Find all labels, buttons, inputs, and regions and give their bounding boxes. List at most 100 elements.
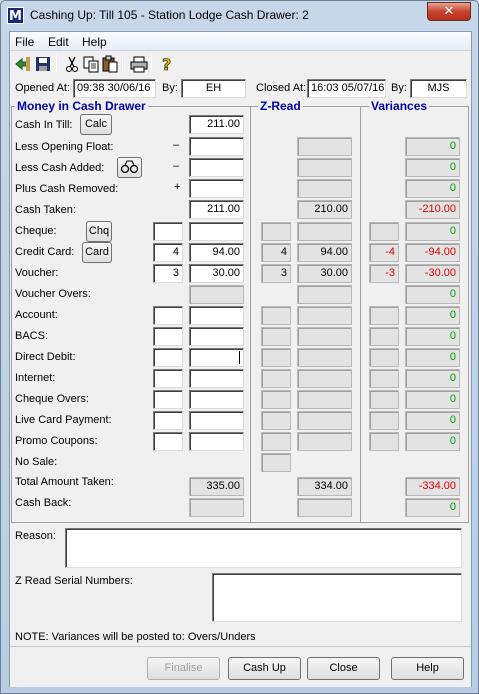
live-card-count-input[interactable] <box>153 411 183 430</box>
zread-serial-textarea[interactable] <box>212 573 462 622</box>
variance-total-field: -334.00 <box>405 477 460 496</box>
help-button[interactable]: Help <box>391 657 464 680</box>
zread-account-count <box>261 306 291 325</box>
exit-icon[interactable] <box>14 55 32 73</box>
promo-amount-input[interactable] <box>189 432 244 451</box>
cash-in-till-input[interactable]: 211.00 <box>189 115 244 134</box>
live-card-payment-label: Live Card Payment: <box>15 414 112 426</box>
plus-cash-removed-input[interactable] <box>189 179 244 198</box>
print-icon[interactable] <box>130 55 148 73</box>
zread-credit-card-amount: 94.00 <box>297 243 352 262</box>
variances-header: Variances <box>369 99 430 113</box>
no-sale-label: No Sale: <box>15 456 58 468</box>
plus-sign: + <box>174 181 181 193</box>
account-count-input[interactable] <box>153 306 183 325</box>
cheque-overs-amount-input[interactable] <box>189 390 244 409</box>
zread-promo-amount <box>297 432 352 451</box>
zread-bacs-amount <box>297 327 352 346</box>
cheque-amount-input[interactable] <box>189 222 244 241</box>
live-card-amount-input[interactable] <box>189 411 244 430</box>
direct-debit-amount-input[interactable] <box>189 348 244 367</box>
cash-taken-label: Cash Taken: <box>15 204 76 216</box>
cut-icon[interactable] <box>63 55 81 73</box>
group-border-left <box>11 106 12 523</box>
cheque-overs-count-input[interactable] <box>153 390 183 409</box>
variance-promo-amount: 0 <box>405 432 460 451</box>
menu-edit[interactable]: Edit <box>48 35 69 49</box>
voucher-amount-input[interactable]: 30.00 <box>189 264 244 283</box>
bacs-count-input[interactable] <box>153 327 183 346</box>
help-icon[interactable]: ? <box>158 55 176 73</box>
calc-button[interactable]: Calc <box>80 114 112 135</box>
paste-icon[interactable] <box>101 55 119 73</box>
cash-back-field <box>189 498 244 517</box>
chq-button[interactable]: Chq <box>86 221 112 242</box>
variance-internet-amount: 0 <box>405 369 460 388</box>
close-button[interactable]: Close <box>307 657 380 680</box>
toolbar-separator <box>151 55 152 72</box>
minus-sign: – <box>173 160 180 172</box>
internet-amount-input[interactable] <box>189 369 244 388</box>
zread-internet-count <box>261 369 291 388</box>
promo-coupons-label: Promo Coupons: <box>15 435 98 447</box>
direct-debit-count-input[interactable] <box>153 348 183 367</box>
window-title: Cashing Up: Till 105 - Station Lodge Cas… <box>30 8 309 22</box>
button-bar: Finalise Cash Up Close Help <box>10 646 471 687</box>
menu-help[interactable]: Help <box>82 35 107 49</box>
cash-up-button[interactable]: Cash Up <box>228 657 301 680</box>
close-window-button[interactable]: ✕ <box>427 2 471 21</box>
variance-cheque-overs-amount: 0 <box>405 390 460 409</box>
variance-live-card-count <box>369 411 399 430</box>
closed-at-field: 16:03 05/07/16 <box>307 79 386 98</box>
variance-cheque-count <box>369 222 399 241</box>
credit-card-amount-input[interactable]: 94.00 <box>189 243 244 262</box>
title-bar[interactable]: M Cashing Up: Till 105 - Station Lodge C… <box>1 1 478 29</box>
variance-voucher-amount: -30.00 <box>405 264 460 283</box>
save-icon[interactable] <box>34 55 52 73</box>
zread-no-sale-count <box>261 453 291 472</box>
variance-cheque-overs-count <box>369 390 399 409</box>
opened-at-field: 09:38 30/06/16 <box>73 79 156 98</box>
view-cash-added-button[interactable] <box>117 157 142 178</box>
menu-file[interactable]: File <box>15 35 34 49</box>
zread-internet-amount <box>297 369 352 388</box>
zread-live-card-count <box>261 411 291 430</box>
less-opening-float-input[interactable] <box>189 137 244 156</box>
variance-cash-back-field: 0 <box>405 498 460 517</box>
zread-cash-removed-field <box>297 179 352 198</box>
zread-promo-count <box>261 432 291 451</box>
minus-sign: – <box>173 139 180 151</box>
copy-icon[interactable] <box>82 55 100 73</box>
cheque-count-input[interactable] <box>153 222 183 241</box>
promo-count-input[interactable] <box>153 432 183 451</box>
toolbar: ? <box>10 52 471 76</box>
zread-voucher-overs <box>297 285 352 304</box>
card-button[interactable]: Card <box>82 242 112 263</box>
zread-cheque-overs-amount <box>297 390 352 409</box>
voucher-count-input[interactable]: 3 <box>153 264 183 283</box>
variance-direct-debit-amount: 0 <box>405 348 460 367</box>
less-opening-float-label: Less Opening Float: <box>15 141 114 153</box>
zread-cheque-amount <box>297 222 352 241</box>
credit-card-label: Credit Card: <box>15 246 75 258</box>
variance-note: NOTE: Variances will be posted to: Overs… <box>15 631 256 643</box>
finalise-button[interactable]: Finalise <box>147 657 220 680</box>
account-amount-input[interactable] <box>189 306 244 325</box>
app-icon: M <box>7 7 24 24</box>
group-border-right <box>468 106 469 523</box>
reason-textarea[interactable] <box>65 528 462 568</box>
credit-card-count-input[interactable]: 4 <box>153 243 183 262</box>
variance-account-count <box>369 306 399 325</box>
zread-opening-field <box>297 137 352 156</box>
internet-count-input[interactable] <box>153 369 183 388</box>
variance-cash-added-field: 0 <box>405 158 460 177</box>
variance-opening-field: 0 <box>405 137 460 156</box>
money-in-drawer-header: Money in Cash Drawer <box>15 99 148 113</box>
less-cash-added-input[interactable] <box>189 158 244 177</box>
zread-voucher-amount: 30.00 <box>297 264 352 283</box>
bacs-amount-input[interactable] <box>189 327 244 346</box>
cheque-label: Cheque: <box>15 225 57 237</box>
variance-cash-taken-field: -210.00 <box>405 200 460 219</box>
account-label: Account: <box>15 309 58 321</box>
plus-cash-removed-label: Plus Cash Removed: <box>15 183 119 195</box>
